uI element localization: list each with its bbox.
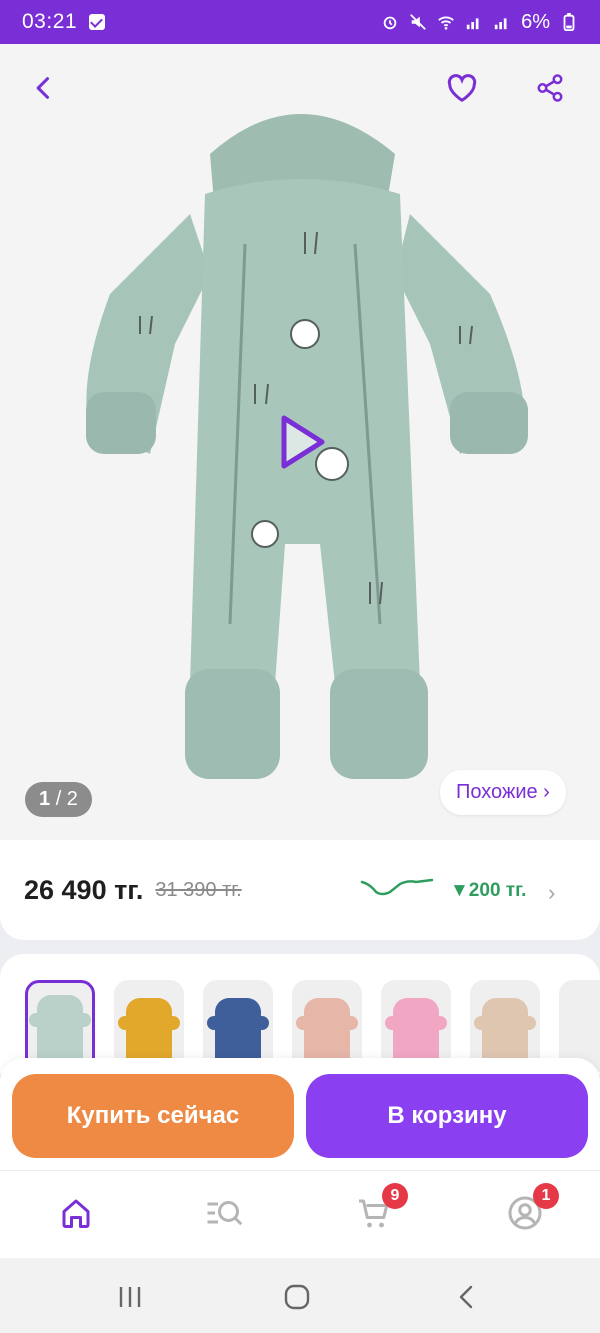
- battery-percent: 6%: [521, 10, 550, 33]
- purchase-actions: Купить сейчас В корзину: [0, 1058, 600, 1170]
- mute-icon: [410, 14, 426, 30]
- old-price: 31 390 тг.: [155, 878, 242, 901]
- image-counter-total: / 2: [55, 788, 78, 810]
- image-counter: 1 / 2: [25, 782, 92, 817]
- status-bar: 03:21 6%: [0, 0, 600, 44]
- system-navigation: [0, 1258, 600, 1333]
- status-time: 03:21: [22, 10, 78, 33]
- nav-profile[interactable]: 1: [503, 1183, 559, 1235]
- wifi-icon: [438, 16, 454, 30]
- nav-catalog[interactable]: [202, 1191, 246, 1235]
- cart-badge: 9: [382, 1183, 408, 1209]
- chevron-right-icon: ›: [548, 880, 556, 905]
- catalog-search-icon: [207, 1201, 243, 1226]
- share-button[interactable]: [526, 64, 574, 112]
- alarm-icon: [383, 16, 397, 30]
- system-back-button[interactable]: [452, 1282, 482, 1312]
- price-drop: ▼200 тг.: [450, 880, 527, 901]
- add-to-cart-button[interactable]: В корзину: [306, 1074, 588, 1158]
- share-icon: [537, 74, 563, 102]
- nav-home[interactable]: [54, 1191, 98, 1235]
- recent-apps-icon: [119, 1287, 141, 1307]
- nav-cart[interactable]: 9: [352, 1183, 408, 1235]
- similar-products-button[interactable]: Похожие ›: [440, 770, 566, 815]
- price-card[interactable]: 26 490 тг. 31 390 тг. ▼200 тг. ›: [0, 840, 600, 940]
- price-history-sparkline: [360, 878, 434, 896]
- product-image-carousel[interactable]: 1 / 2 Похожие ›: [0, 44, 600, 840]
- home-icon: [62, 1199, 90, 1228]
- heart-icon: [447, 74, 477, 103]
- status-icons: 6%: [381, 11, 578, 34]
- chevron-left-icon: [36, 77, 50, 99]
- buy-now-button[interactable]: Купить сейчас: [12, 1074, 294, 1158]
- variant-image: [29, 995, 91, 1065]
- signal-icon: [466, 18, 479, 30]
- notification-check-icon: [89, 14, 106, 30]
- hero-toolbar: [0, 64, 600, 114]
- play-icon: [281, 415, 325, 469]
- favorite-button[interactable]: [438, 64, 486, 112]
- image-counter-current: 1: [39, 788, 51, 810]
- current-price: 26 490 тг.: [24, 874, 144, 905]
- home-circle-icon: [284, 1284, 310, 1310]
- system-home-button[interactable]: [282, 1282, 312, 1312]
- back-arrow-icon: [459, 1285, 473, 1309]
- signal-2-icon: [494, 18, 507, 30]
- color-variants: [0, 954, 600, 1074]
- recent-apps-button[interactable]: [115, 1282, 145, 1312]
- bottom-navigation: 9 1: [0, 1170, 600, 1258]
- battery-icon: [563, 13, 575, 31]
- profile-badge: 1: [533, 1183, 559, 1209]
- play-video-button[interactable]: [268, 410, 332, 474]
- back-button[interactable]: [20, 64, 68, 112]
